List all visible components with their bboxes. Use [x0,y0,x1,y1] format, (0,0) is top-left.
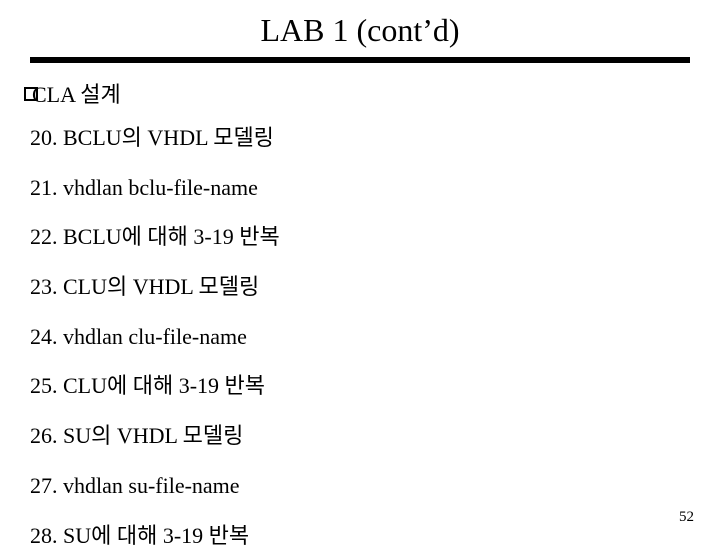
title-underline [30,57,690,63]
bullet-text: CLA 설계 [32,77,121,109]
slide-title: LAB 1 (cont’d) [0,0,720,55]
list-item: 23. CLU의 VHDL 모델링 [30,272,690,302]
slide-content: CLA 설계 20. BCLU의 VHDL 모델링 21. vhdlan bcl… [0,73,720,550]
slide: LAB 1 (cont’d) CLA 설계 20. BCLU의 VHDL 모델링… [0,0,720,540]
list-item: 21. vhdlan bclu-file-name [30,173,690,203]
list-item: 28. SU에 대해 3-19 반복 [30,521,690,550]
page-number: 52 [679,509,694,526]
list-item: 22. BCLU에 대해 3-19 반복 [30,222,690,252]
list-item: 26. SU의 VHDL 모델링 [30,421,690,451]
list-item: 24. vhdlan clu-file-name [30,322,690,352]
list-item: 27. vhdlan su-file-name [30,471,690,501]
list-item: 25. CLU에 대해 3-19 반복 [30,371,690,401]
square-bullet-icon [24,87,38,101]
bullet-row: CLA 설계 [30,77,690,109]
list-item: 20. BCLU의 VHDL 모델링 [30,123,690,153]
